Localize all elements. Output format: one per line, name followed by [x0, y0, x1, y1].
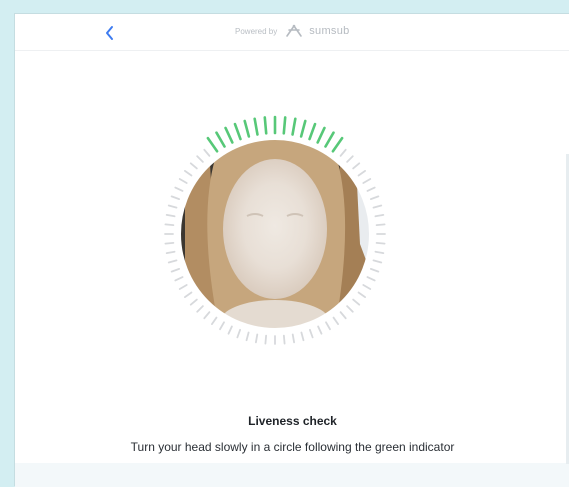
progress-tick	[170, 267, 181, 273]
progress-tick	[374, 214, 385, 218]
liveness-panel: Powered by sumsub Liveness check Turn yo…	[14, 13, 569, 487]
progress-tick	[300, 331, 305, 342]
progress-tick	[332, 316, 339, 326]
progress-tick	[196, 155, 204, 163]
progress-tick	[196, 305, 204, 313]
liveness-camera	[164, 115, 386, 345]
progress-tick	[375, 241, 386, 245]
progress-tick	[189, 298, 198, 306]
progress-tick	[352, 298, 361, 306]
progress-tick	[170, 195, 181, 201]
progress-tick	[183, 291, 193, 298]
progress-tick	[308, 328, 314, 339]
powered-by: Powered by sumsub	[235, 24, 350, 38]
progress-tick	[374, 250, 385, 255]
progress-tick	[282, 334, 286, 345]
progress-tick	[183, 170, 193, 177]
page-title: Liveness check	[248, 414, 337, 428]
progress-tick	[369, 195, 380, 201]
progress-tick	[366, 186, 376, 192]
header: Powered by sumsub	[15, 14, 569, 51]
progress-tick-active	[291, 117, 297, 136]
progress-tick	[366, 276, 376, 282]
progress-tick	[352, 162, 361, 170]
progress-tick	[174, 186, 184, 192]
progress-tick	[362, 284, 372, 290]
progress-tick	[325, 321, 331, 331]
progress-tick-active	[233, 122, 242, 141]
progress-tick	[362, 178, 372, 184]
progress-tick	[255, 333, 259, 344]
progress-tick	[236, 328, 242, 339]
back-button[interactable]	[101, 22, 119, 44]
progress-tick	[346, 155, 354, 163]
chevron-left-icon	[106, 26, 113, 40]
progress-tick-active	[224, 126, 234, 144]
progress-tick-active	[253, 117, 259, 136]
progress-tick	[339, 311, 347, 320]
progress-tick	[369, 267, 380, 273]
progress-tick-active	[282, 116, 287, 135]
progress-tick-active	[263, 116, 268, 135]
progress-tick	[291, 333, 296, 344]
instruction-text: Turn your head slowly in a circle follow…	[130, 440, 455, 454]
progress-tick	[245, 331, 250, 342]
progress-tick	[357, 291, 367, 298]
progress-tick-active	[243, 119, 251, 138]
progress-tick-active	[331, 136, 344, 153]
progress-tick-active	[299, 119, 307, 138]
progress-tick	[178, 178, 188, 184]
sumsub-logo-icon	[286, 24, 303, 37]
progress-tick-active	[215, 131, 226, 148]
progress-tick	[203, 148, 211, 157]
progress-tick-active	[308, 122, 317, 141]
footer-band	[15, 463, 569, 487]
camera-feed	[180, 139, 370, 329]
progress-tick	[178, 284, 188, 290]
progress-tick	[375, 223, 386, 227]
progress-tick	[372, 204, 383, 209]
progress-tick	[203, 311, 211, 320]
progress-tick-active	[206, 136, 219, 153]
progress-tick	[227, 325, 233, 335]
progress-tick	[346, 305, 354, 313]
progress-tick	[164, 241, 175, 245]
progress-tick-active	[324, 131, 335, 148]
progress-tick	[165, 250, 176, 255]
progress-tick-active	[316, 126, 326, 144]
progress-tick	[211, 316, 218, 326]
progress-tick	[264, 334, 268, 345]
progress-tick	[189, 162, 198, 170]
powered-by-text: Powered by	[235, 26, 278, 36]
progress-tick	[372, 259, 383, 264]
progress-tick	[317, 325, 323, 335]
page-frame: Powered by sumsub Liveness check Turn yo…	[0, 0, 569, 487]
progress-tick	[339, 148, 347, 157]
progress-tick	[167, 259, 178, 264]
progress-tick	[357, 170, 367, 177]
progress-tick	[174, 276, 184, 282]
progress-tick	[219, 321, 225, 331]
progress-tick	[165, 214, 176, 218]
brand-name: sumsub	[309, 25, 350, 37]
progress-tick	[167, 204, 178, 209]
progress-tick	[164, 223, 175, 227]
